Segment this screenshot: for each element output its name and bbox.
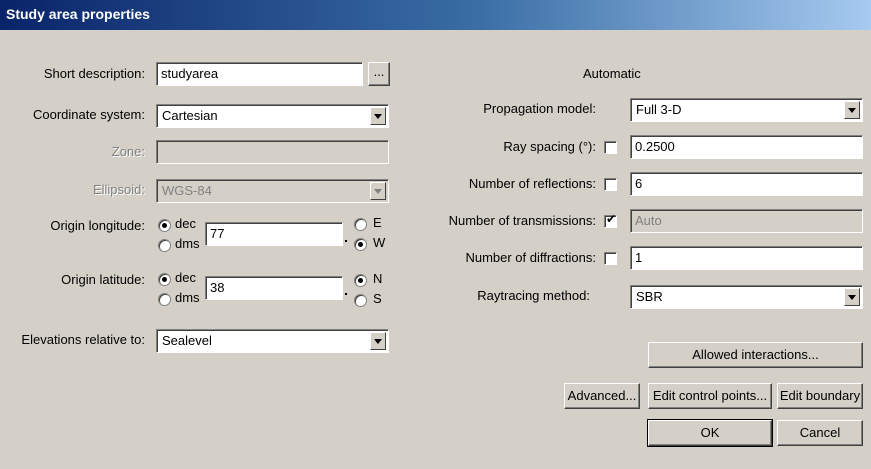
longitude-dec-label: dec bbox=[175, 216, 196, 231]
longitude-dms-radio[interactable] bbox=[158, 239, 171, 252]
reflections-auto-checkbox[interactable] bbox=[604, 178, 617, 191]
ray-spacing-auto-checkbox[interactable] bbox=[604, 141, 617, 154]
ellipsoid-select: WGS-84 bbox=[156, 179, 389, 203]
longitude-dec-radio[interactable] bbox=[158, 219, 171, 232]
ray-spacing-input[interactable]: 0.2500 bbox=[630, 135, 863, 159]
cancel-button[interactable]: Cancel bbox=[777, 420, 863, 446]
raytracing-method-value: SBR bbox=[636, 289, 663, 304]
num-transmissions-label: Number of transmissions: bbox=[448, 213, 596, 228]
latitude-s-label: S bbox=[373, 291, 382, 306]
latitude-s-radio[interactable] bbox=[354, 294, 367, 307]
chevron-down-icon[interactable] bbox=[844, 288, 860, 306]
window-title: Study area properties bbox=[6, 6, 150, 22]
longitude-w-radio[interactable] bbox=[354, 238, 367, 251]
propagation-model-value: Full 3-D bbox=[636, 102, 682, 117]
origin-longitude-input[interactable]: 77 bbox=[205, 222, 343, 246]
origin-longitude-label: Origin longitude: bbox=[50, 218, 145, 233]
ellipsoid-label: Ellipsoid: bbox=[92, 182, 145, 197]
short-description-input[interactable]: studyarea bbox=[156, 62, 363, 86]
coordinate-system-select[interactable]: Cartesian bbox=[156, 104, 389, 128]
longitude-e-label: E bbox=[373, 215, 382, 230]
elevations-select[interactable]: Sealevel bbox=[156, 329, 389, 353]
coordinate-system-label: Coordinate system: bbox=[33, 107, 145, 122]
num-diffractions-label: Number of diffractions: bbox=[465, 250, 596, 265]
title-bar[interactable]: Study area properties bbox=[0, 0, 871, 30]
num-reflections-input[interactable]: 6 bbox=[630, 172, 863, 196]
propagation-model-label: Propagation model: bbox=[483, 101, 596, 116]
latitude-n-radio[interactable] bbox=[354, 274, 367, 287]
num-transmissions-input: Auto bbox=[630, 209, 863, 233]
coordinate-system-value: Cartesian bbox=[162, 108, 218, 123]
transmissions-auto-checkbox[interactable] bbox=[604, 212, 617, 228]
automatic-header: Automatic bbox=[583, 66, 641, 81]
edit-boundary-button[interactable]: Edit boundary bbox=[777, 383, 863, 409]
latitude-dec-radio[interactable] bbox=[158, 273, 171, 286]
longitude-dms-label: dms bbox=[175, 236, 200, 251]
chevron-down-icon bbox=[370, 182, 386, 200]
elevations-label: Elevations relative to: bbox=[21, 332, 145, 347]
latitude-dms-label: dms bbox=[175, 290, 200, 305]
ray-spacing-label: Ray spacing (°): bbox=[503, 139, 596, 154]
chevron-down-icon[interactable] bbox=[844, 101, 860, 119]
elevations-value: Sealevel bbox=[162, 333, 212, 348]
num-reflections-label: Number of reflections: bbox=[468, 176, 596, 191]
study-area-properties-dialog: Study area properties Short description:… bbox=[0, 0, 871, 469]
num-diffractions-input[interactable]: 1 bbox=[630, 246, 863, 270]
advanced-button[interactable]: Advanced... bbox=[564, 383, 640, 409]
latitude-dec-label: dec bbox=[175, 270, 196, 285]
zone-label: Zone: bbox=[111, 144, 145, 159]
ellipsoid-value: WGS-84 bbox=[162, 183, 212, 198]
separator-dot bbox=[345, 293, 347, 295]
chevron-down-icon[interactable] bbox=[370, 332, 386, 350]
short-description-label: Short description: bbox=[43, 66, 145, 81]
raytracing-method-label: Raytracing method: bbox=[477, 288, 590, 303]
propagation-model-select[interactable]: Full 3-D bbox=[630, 98, 863, 122]
latitude-n-label: N bbox=[373, 271, 383, 286]
longitude-w-label: W bbox=[373, 235, 386, 250]
diffractions-auto-checkbox[interactable] bbox=[604, 252, 617, 265]
latitude-dms-radio[interactable] bbox=[158, 293, 171, 306]
longitude-e-radio[interactable] bbox=[354, 218, 367, 231]
zone-input bbox=[156, 140, 389, 164]
allowed-interactions-button[interactable]: Allowed interactions... bbox=[648, 342, 863, 368]
separator-dot bbox=[345, 240, 347, 242]
chevron-down-icon[interactable] bbox=[370, 107, 386, 125]
raytracing-method-select[interactable]: SBR bbox=[630, 285, 863, 309]
ok-button[interactable]: OK bbox=[647, 419, 773, 447]
browse-button[interactable]: ... bbox=[368, 62, 390, 86]
origin-latitude-input[interactable]: 38 bbox=[205, 276, 343, 300]
origin-latitude-label: Origin latitude: bbox=[61, 272, 145, 287]
edit-control-points-button[interactable]: Edit control points... bbox=[648, 383, 772, 409]
